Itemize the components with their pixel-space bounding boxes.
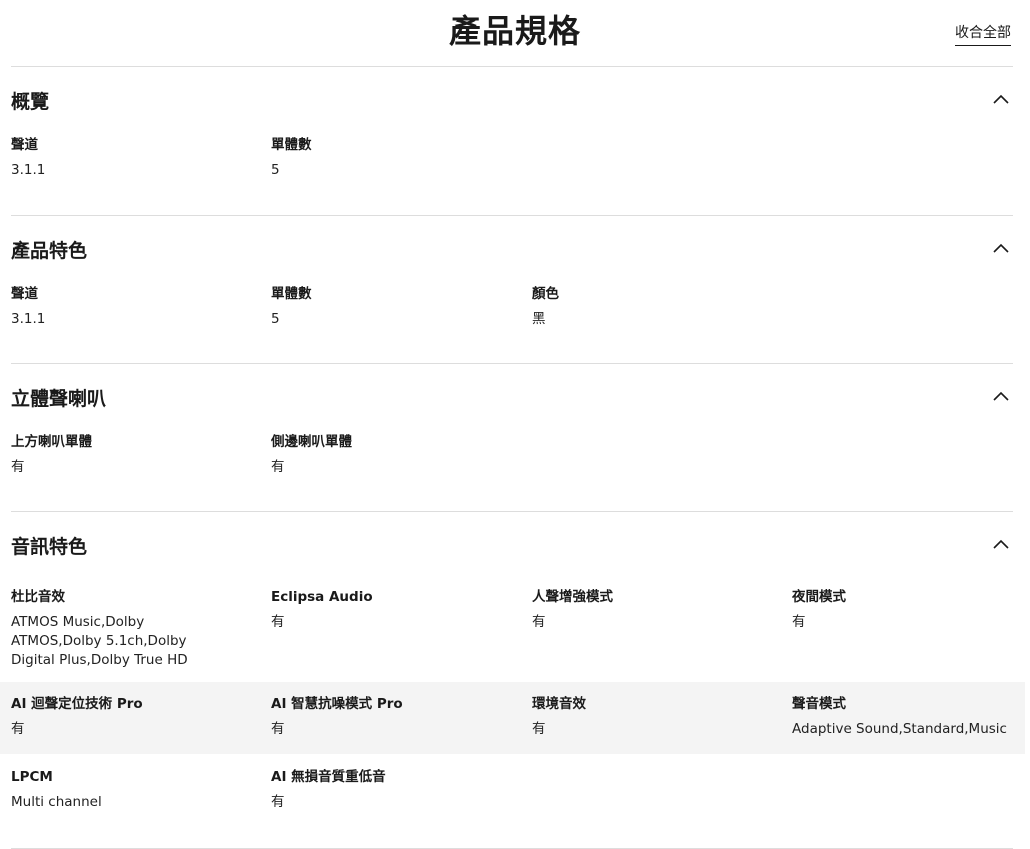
spec-item: 側邊喇叭單體 有	[271, 433, 503, 477]
spec-item: AI 迴聲定位技術 Pro 有	[11, 695, 243, 739]
spec-label: 杜比音效	[11, 589, 65, 605]
spec-value: Adaptive Sound,Standard,Music	[792, 721, 1007, 737]
spec-item: 單體數 5	[271, 285, 503, 329]
spec-value: 有	[532, 721, 546, 737]
spec-value: 有	[271, 721, 285, 737]
spec-value: 有	[11, 459, 25, 475]
spec-label: 人聲增強模式	[532, 589, 613, 605]
spec-value: 有	[532, 614, 546, 630]
spec-label: 單體數	[271, 286, 312, 302]
spec-item: 顏色 黑	[532, 285, 764, 329]
spec-label: Eclipsa Audio	[271, 589, 373, 605]
section-header-audio[interactable]: 音訊特色	[0, 512, 1030, 576]
spec-value: 有	[271, 459, 285, 475]
spec-row: 杜比音效 ATMOS Music,Dolby ATMOS,Dolby 5.1ch…	[0, 576, 1030, 682]
spec-item: 上方喇叭單體 有	[11, 433, 243, 477]
spec-label: 顏色	[532, 286, 559, 302]
spec-value: ATMOS Music,Dolby ATMOS,Dolby 5.1ch,Dolb…	[11, 614, 188, 668]
spec-value: 5	[271, 311, 280, 327]
spec-value: 3.1.1	[11, 311, 46, 327]
section-title: 產品特色	[11, 240, 88, 262]
spec-value: 黑	[532, 311, 546, 327]
spec-value: 3.1.1	[11, 162, 46, 178]
spec-item: 夜間模式 有	[792, 588, 1024, 632]
spec-label: 側邊喇叭單體	[271, 434, 352, 450]
spec-label: AI 迴聲定位技術 Pro	[11, 696, 143, 712]
spec-value: 有	[271, 614, 285, 630]
spec-value: 5	[271, 162, 280, 178]
spec-section-overview: 概覽 聲道 3.1.1 單體數 5	[0, 67, 1030, 215]
spec-label: 環境音效	[532, 696, 586, 712]
spec-item: Eclipsa Audio 有	[271, 588, 503, 632]
spec-label: LPCM	[11, 769, 53, 785]
spec-value: 有	[792, 614, 806, 630]
chevron-up-icon[interactable]	[992, 390, 1010, 402]
section-title: 概覽	[11, 91, 50, 113]
spec-item: AI 智慧抗噪模式 Pro 有	[271, 695, 503, 739]
spec-item: 杜比音效 ATMOS Music,Dolby ATMOS,Dolby 5.1ch…	[11, 588, 231, 670]
spec-label: 夜間模式	[792, 589, 846, 605]
spec-value: 有	[271, 794, 285, 810]
spec-row: LPCM Multi channel AI 無損音質重低音 有	[0, 754, 1030, 848]
spec-value: Multi channel	[11, 794, 102, 810]
spec-item: 環境音效 有	[532, 695, 764, 739]
spec-section-audio: 音訊特色 杜比音效 ATMOS Music,Dolby ATMOS,Dolby …	[0, 512, 1030, 848]
spec-row: 聲道 3.1.1 單體數 5	[0, 131, 1030, 215]
section-header-features[interactable]: 產品特色	[0, 216, 1030, 280]
spec-label: AI 智慧抗噪模式 Pro	[271, 696, 403, 712]
collapse-all-link[interactable]: 收合全部	[955, 22, 1011, 46]
spec-label: 聲音模式	[792, 696, 846, 712]
spec-item: 單體數 5	[271, 136, 503, 180]
section-title: 音訊特色	[11, 536, 88, 558]
spec-label: 單體數	[271, 137, 312, 153]
chevron-up-icon[interactable]	[992, 242, 1010, 254]
page-title: 產品規格	[448, 12, 581, 50]
spec-label: 聲道	[11, 137, 38, 153]
spec-item: 人聲增強模式 有	[532, 588, 764, 632]
section-title: 立體聲喇叭	[11, 388, 107, 410]
spec-label: AI 無損音質重低音	[271, 769, 386, 785]
spec-label: 上方喇叭單體	[11, 434, 92, 450]
spec-section-features: 產品特色 聲道 3.1.1 單體數 5 顏色 黑	[0, 216, 1030, 363]
section-header-speakers[interactable]: 立體聲喇叭	[0, 364, 1030, 428]
spec-row-highlighted: AI 迴聲定位技術 Pro 有 AI 智慧抗噪模式 Pro 有 環境音效 有 聲…	[0, 682, 1025, 754]
section-header-overview[interactable]: 概覽	[0, 67, 1030, 131]
spec-item: 聲音模式 Adaptive Sound,Standard,Music	[792, 695, 1024, 739]
spec-row: 上方喇叭單體 有 側邊喇叭單體 有	[0, 428, 1030, 511]
page-header: 產品規格 收合全部	[0, 0, 1030, 66]
spec-item: 聲道 3.1.1	[11, 285, 243, 329]
chevron-up-icon[interactable]	[992, 93, 1010, 105]
spec-section-speakers: 立體聲喇叭 上方喇叭單體 有 側邊喇叭單體 有	[0, 364, 1030, 511]
spec-value: 有	[11, 721, 25, 737]
spec-item: 聲道 3.1.1	[11, 136, 243, 180]
chevron-up-icon[interactable]	[992, 538, 1010, 550]
spec-item: AI 無損音質重低音 有	[271, 768, 503, 812]
spec-item: LPCM Multi channel	[11, 768, 243, 812]
spec-label: 聲道	[11, 286, 38, 302]
spec-row: 聲道 3.1.1 單體數 5 顏色 黑	[0, 280, 1030, 363]
